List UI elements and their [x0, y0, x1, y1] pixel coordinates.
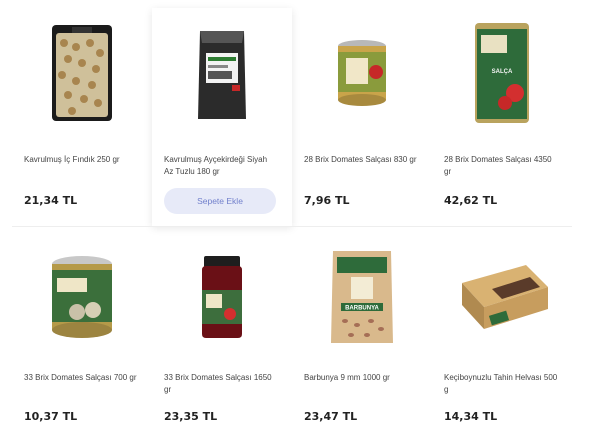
product-image[interactable]: [24, 8, 140, 138]
tomato-paste-can-icon: [338, 40, 386, 106]
product-image[interactable]: [164, 8, 280, 138]
svg-text:SALÇA: SALÇA: [492, 69, 513, 75]
product-image[interactable]: [444, 236, 560, 358]
bean-bag-icon: BARBUNYA: [331, 251, 393, 343]
product-price: 42,62 TL: [444, 194, 498, 207]
product-card[interactable]: SALÇA 28 Brix Domates Salçası 4350 gr 42…: [432, 8, 572, 226]
sunflower-seed-bag-icon: [198, 31, 246, 119]
row-divider: [12, 226, 152, 227]
product-price: 23,47 TL: [304, 410, 358, 423]
product-name[interactable]: Keçiboynuzlu Tahin Helvası 500 g: [444, 372, 560, 402]
product-price: 21,34 TL: [24, 194, 78, 207]
product-name[interactable]: Kavrulmuş Ayçekirdeği Siyah Az Tuzlu 180…: [164, 154, 280, 184]
product-price: 10,37 TL: [24, 410, 78, 423]
product-card[interactable]: Keçiboynuzlu Tahin Helvası 500 g 14,34 T…: [432, 226, 572, 432]
product-image[interactable]: SALÇA: [444, 8, 560, 138]
add-to-cart-button[interactable]: Sepete Ekle: [164, 188, 276, 214]
row-divider: [432, 226, 572, 227]
product-name[interactable]: 28 Brix Domates Salçası 4350 gr: [444, 154, 560, 184]
row-divider: [292, 226, 432, 227]
hazelnut-bag-icon: [52, 25, 112, 121]
product-image[interactable]: BARBUNYA: [304, 236, 420, 358]
row-divider: [152, 226, 292, 227]
product-name[interactable]: Kavrulmuş İç Fındık 250 gr: [24, 154, 140, 184]
product-card[interactable]: 28 Brix Domates Salçası 830 gr 7,96 TL: [292, 8, 432, 226]
product-name[interactable]: 33 Brix Domates Salçası 1650 gr: [164, 372, 280, 402]
product-card[interactable]: Kavrulmuş İç Fındık 250 gr 21,34 TL: [12, 8, 152, 226]
tomato-paste-can-round-icon: [52, 256, 112, 338]
product-image[interactable]: [304, 8, 420, 138]
product-card[interactable]: 33 Brix Domates Salçası 1650 gr 23,35 TL: [152, 226, 292, 432]
product-card[interactable]: Kavrulmuş Ayçekirdeği Siyah Az Tuzlu 180…: [152, 8, 292, 226]
product-price: 7,96 TL: [304, 194, 350, 207]
product-name[interactable]: Barbunya 9 mm 1000 gr: [304, 372, 420, 402]
tomato-paste-jar-icon: [202, 256, 242, 338]
product-name[interactable]: 28 Brix Domates Salçası 830 gr: [304, 154, 420, 184]
product-name[interactable]: 33 Brix Domates Salçası 700 gr: [24, 372, 140, 402]
product-grid: Kavrulmuş İç Fındık 250 gr 21,34 TL Kavr…: [12, 8, 572, 432]
product-image[interactable]: [164, 236, 280, 358]
tomato-paste-tin-icon: SALÇA: [475, 23, 529, 123]
product-card[interactable]: BARBUNYA Barbunya 9 mm 1000 gr 23,47 TL: [292, 226, 432, 432]
product-card[interactable]: 33 Brix Domates Salçası 700 gr 10,37 TL: [12, 226, 152, 432]
halva-box-icon: [462, 265, 548, 329]
svg-text:BARBUNYA: BARBUNYA: [345, 306, 379, 312]
product-price: 23,35 TL: [164, 410, 218, 423]
product-price: 14,34 TL: [444, 410, 498, 423]
product-image[interactable]: [24, 236, 140, 358]
